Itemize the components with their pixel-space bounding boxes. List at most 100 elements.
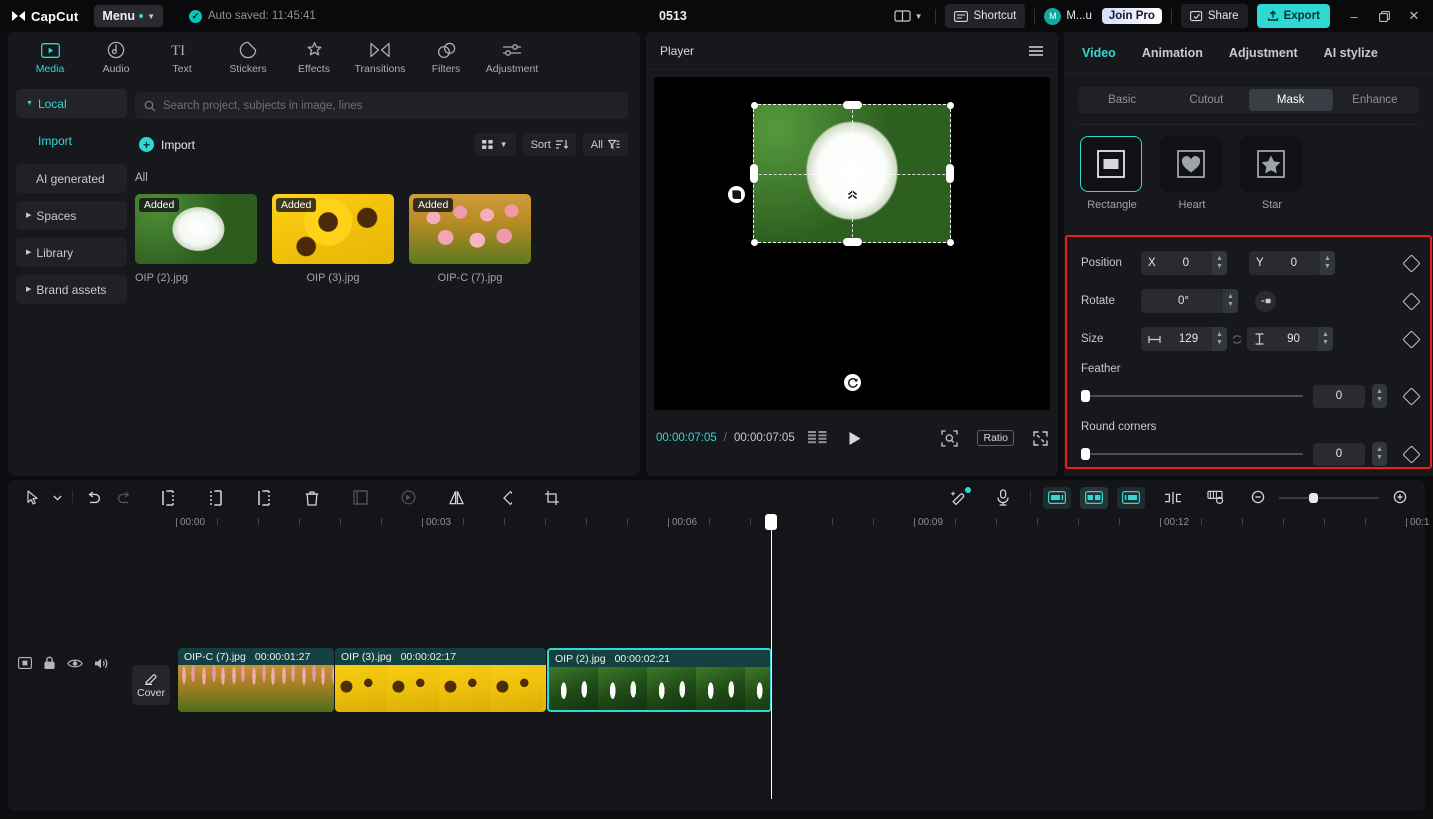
feather-slider-knob[interactable] <box>1081 390 1090 402</box>
timeline-clip[interactable]: OIP (3).jpg 00:00:02:17 <box>335 648 546 712</box>
close-button[interactable]: ✕ <box>1399 0 1429 32</box>
mask-handle-bottom-left[interactable] <box>750 238 758 246</box>
zoom-in-icon[interactable] <box>1385 485 1415 511</box>
mask-handle-top[interactable] <box>843 101 862 109</box>
mask-option-rectangle[interactable]: Rectangle <box>1080 136 1144 211</box>
subtab-mask[interactable]: Mask <box>1248 89 1333 111</box>
playhead[interactable] <box>771 518 772 799</box>
keyframe-diamond-icon[interactable] <box>1402 253 1421 273</box>
position-x-field[interactable]: X 0 <box>1141 251 1215 275</box>
delete-icon[interactable] <box>297 485 327 511</box>
thumbnail-toggle-icon[interactable] <box>18 657 32 669</box>
link-ratio-icon[interactable] <box>1227 333 1247 346</box>
volume-icon[interactable] <box>94 657 109 670</box>
mask-rotate-handle[interactable] <box>844 374 861 391</box>
minimize-button[interactable]: – <box>1339 0 1369 32</box>
import-button[interactable]: + Import <box>135 135 199 154</box>
magnifier-icon[interactable] <box>941 429 959 447</box>
media-thumbnail[interactable]: Added <box>272 194 394 264</box>
clip-center-icon[interactable] <box>1080 486 1108 509</box>
size-height-field[interactable]: 90 <box>1247 327 1321 351</box>
position-y-stepper[interactable]: ▲ ▼ <box>1320 251 1335 275</box>
media-item[interactable]: Added OIP-C (7).jpg <box>409 194 531 284</box>
round-corners-stepper[interactable]: ▲ ▼ <box>1372 442 1387 466</box>
sidebar-item-local[interactable]: ▼ Local <box>16 89 127 118</box>
mask-option-star[interactable]: Star <box>1240 136 1304 211</box>
tool-tab-text[interactable]: TI Text <box>150 38 214 75</box>
subtab-cutout[interactable]: Cutout <box>1164 89 1248 111</box>
play-icon[interactable] <box>848 431 862 446</box>
ratio-button[interactable]: Ratio <box>977 430 1014 446</box>
round-corners-slider[interactable] <box>1081 448 1303 460</box>
keyframe-diamond-icon[interactable] <box>1402 329 1421 349</box>
timeline-clip-selected[interactable]: OIP (2).jpg 00:00:02:21 <box>547 648 772 712</box>
filter-button[interactable]: All <box>582 133 628 156</box>
reverse-icon[interactable] <box>393 485 423 511</box>
round-corners-slider-knob[interactable] <box>1081 448 1090 460</box>
mask-selection-box[interactable] <box>750 101 954 246</box>
sort-button[interactable]: Sort <box>522 133 576 156</box>
sidebar-item-brand-assets[interactable]: ▶ Brand assets <box>16 275 127 304</box>
media-item[interactable]: Added OIP (2).jpg <box>135 194 257 284</box>
mask-rectangle-icon[interactable] <box>1080 136 1142 192</box>
feather-stepper[interactable]: ▲ ▼ <box>1372 384 1387 408</box>
tool-tab-effects[interactable]: Effects <box>282 38 346 75</box>
size-width-stepper[interactable]: ▲ ▼ <box>1212 327 1227 351</box>
rotate-icon[interactable] <box>489 485 519 511</box>
grid-view-button[interactable]: ▼ <box>473 133 516 156</box>
zoom-slider-knob[interactable] <box>1309 492 1318 503</box>
mask-star-icon[interactable] <box>1240 136 1302 192</box>
position-x-stepper[interactable]: ▲ ▼ <box>1212 251 1227 275</box>
media-thumbnail[interactable]: Added <box>135 194 257 264</box>
tool-tab-media[interactable]: Media <box>18 38 82 75</box>
search-bar[interactable] <box>135 92 628 119</box>
feather-slider[interactable] <box>1081 390 1303 402</box>
crop-frame-icon[interactable] <box>345 485 375 511</box>
crop-icon[interactable] <box>537 485 567 511</box>
mask-handle-left[interactable] <box>750 164 758 183</box>
media-thumbnail[interactable]: Added <box>409 194 531 264</box>
player-canvas[interactable] <box>654 77 1050 410</box>
hamburger-icon[interactable] <box>1028 45 1044 57</box>
tool-tab-adjustment[interactable]: Adjustment <box>480 38 544 75</box>
menu-button[interactable]: Menu ▼ <box>94 5 163 27</box>
tool-tab-audio[interactable]: Audio <box>84 38 148 75</box>
fullscreen-icon[interactable] <box>1033 430 1048 446</box>
tab-ai-stylize[interactable]: AI stylize <box>1324 46 1378 60</box>
maximize-button[interactable] <box>1369 0 1399 32</box>
tab-adjustment[interactable]: Adjustment <box>1229 46 1298 60</box>
lock-icon[interactable] <box>43 656 56 670</box>
tab-animation[interactable]: Animation <box>1142 46 1203 60</box>
trim-left-icon[interactable] <box>201 485 231 511</box>
size-width-field[interactable]: 129 <box>1141 327 1215 351</box>
keyframe-diamond-icon[interactable] <box>1402 444 1421 464</box>
zoom-slider[interactable] <box>1279 492 1379 503</box>
feather-value-field[interactable]: 0 <box>1313 384 1365 408</box>
eye-icon[interactable] <box>67 658 83 669</box>
mask-handle-top-right[interactable] <box>946 101 954 109</box>
sidebar-item-import[interactable]: Import <box>16 126 127 155</box>
timeline-ruler[interactable]: 00:00 00:03 00:06 00:09 00:12 00:1 <box>8 515 1429 539</box>
mirror-flip-icon[interactable] <box>441 485 471 511</box>
undo-icon[interactable] <box>79 485 109 511</box>
cover-button[interactable]: Cover <box>132 665 170 705</box>
search-input[interactable] <box>163 99 619 112</box>
tab-video[interactable]: Video <box>1082 46 1116 60</box>
mirror-icon[interactable] <box>1255 290 1276 312</box>
rotate-stepper[interactable]: ▲ ▼ <box>1223 289 1238 313</box>
microphone-icon[interactable] <box>988 485 1018 511</box>
redo-icon[interactable] <box>109 485 139 511</box>
sidebar-item-library[interactable]: ▶ Library <box>16 238 127 267</box>
select-cursor-icon[interactable] <box>18 485 48 511</box>
share-button[interactable]: Share <box>1180 4 1248 28</box>
subtab-enhance[interactable]: Enhance <box>1333 89 1417 111</box>
export-button[interactable]: Export <box>1256 4 1330 28</box>
zoom-fit-icon[interactable] <box>1201 485 1231 511</box>
tool-tab-transitions[interactable]: Transitions <box>348 38 412 75</box>
mask-invert-button[interactable] <box>728 186 745 203</box>
subtab-basic[interactable]: Basic <box>1080 89 1164 111</box>
mask-handle-bottom-right[interactable] <box>946 238 954 246</box>
keyframe-diamond-icon[interactable] <box>1402 386 1421 406</box>
tool-tab-filters[interactable]: Filters <box>414 38 478 75</box>
tool-dropdown-chevron-down-icon[interactable] <box>48 485 66 511</box>
